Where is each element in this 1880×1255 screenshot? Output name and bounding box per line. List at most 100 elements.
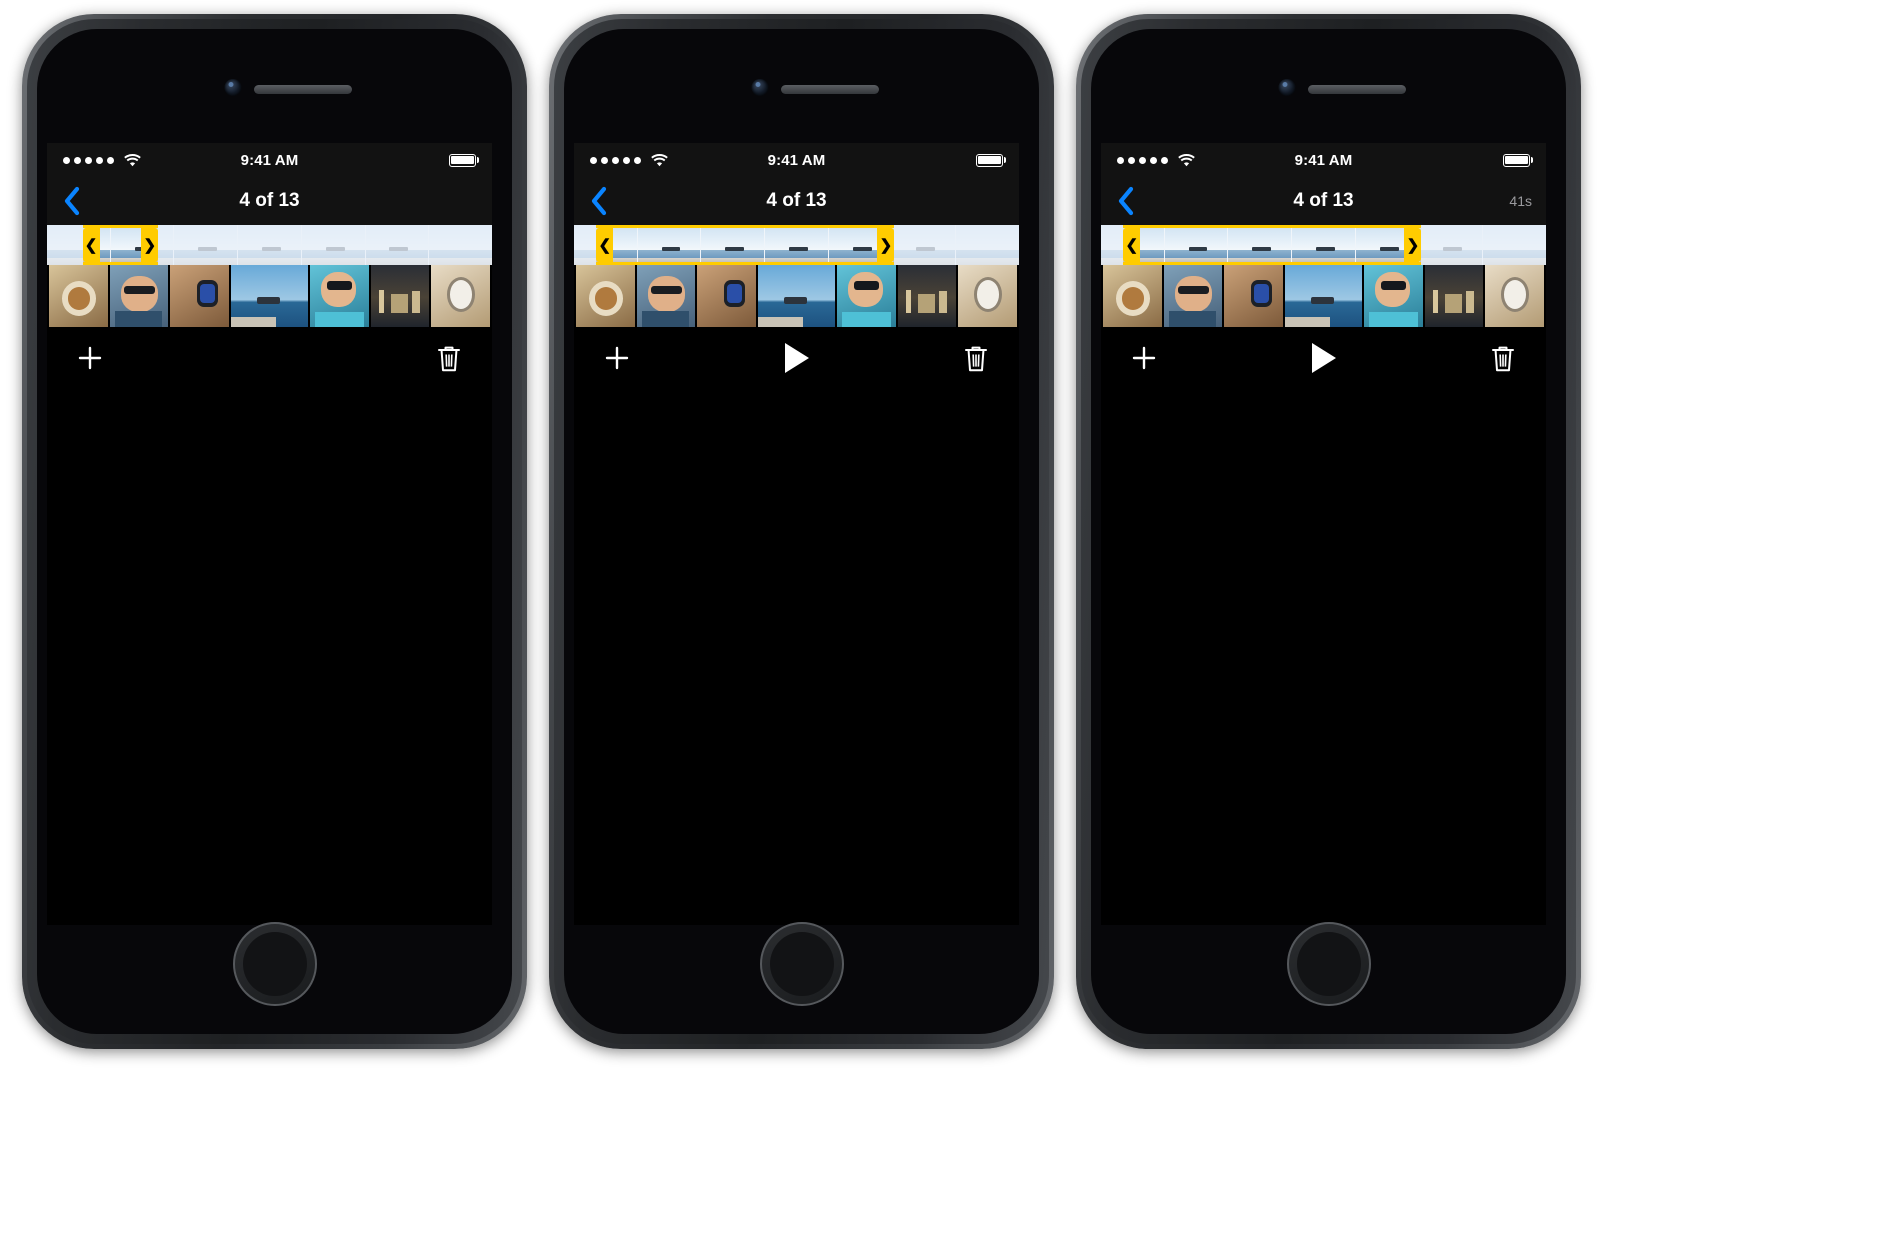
front-camera-icon <box>1278 79 1295 96</box>
film-track <box>47 225 492 265</box>
phone-body-inner: 9:41 AM 4 of 13 41s ❮ ❯ <box>1081 19 1576 1044</box>
home-button[interactable] <box>1286 922 1371 1006</box>
film-frame <box>1101 225 1165 265</box>
filmstrip-thumb-portrait[interactable] <box>636 265 696 327</box>
film-frame <box>828 225 893 265</box>
photo-filmstrip[interactable] <box>574 265 1019 327</box>
trim-scrubber[interactable]: ❮ ❯ <box>47 225 492 265</box>
play-icon <box>784 343 809 373</box>
bottom-toolbar <box>1101 327 1546 389</box>
earpiece-speaker <box>1307 85 1406 94</box>
phone-body: 9:41 AM 4 of 13 ❮ ❯ <box>549 14 1054 1049</box>
play-button[interactable] <box>776 337 818 379</box>
filmstrip-thumb-town[interactable] <box>1424 265 1484 327</box>
battery-icon <box>976 153 1003 167</box>
film-frame <box>110 225 175 265</box>
filmstrip-thumb-drinking[interactable] <box>310 265 369 327</box>
page-title: 4 of 13 <box>239 190 300 211</box>
photo-filmstrip[interactable] <box>1101 265 1546 327</box>
photo-filmstrip[interactable] <box>47 265 492 327</box>
phone-screen-1: 9:41 AM 4 of 13 ❮ ❯ <box>47 143 492 925</box>
filmstrip-thumb-food[interactable] <box>576 265 635 327</box>
status-time: 9:41 AM <box>240 151 299 169</box>
home-button[interactable] <box>232 922 317 1006</box>
play-button[interactable] <box>1303 337 1345 379</box>
film-frame <box>892 225 957 265</box>
phone-body-inner: 9:41 AM 4 of 13 ❮ ❯ <box>27 19 522 1044</box>
status-right <box>449 153 476 167</box>
filmstrip-thumb-watch[interactable] <box>1485 265 1545 327</box>
phone-body: 9:41 AM 4 of 13 41s ❮ ❯ <box>1076 14 1581 1049</box>
film-frame <box>365 225 430 265</box>
toolbar-center <box>574 337 1019 379</box>
film-frame <box>174 225 239 265</box>
toolbar-center <box>1101 337 1546 379</box>
trim-scrubber[interactable]: ❮ ❯ <box>574 225 1019 265</box>
nav-bar: 4 of 13 41s <box>1101 177 1546 225</box>
front-camera-icon <box>224 79 241 96</box>
add-media-button[interactable] <box>596 337 638 379</box>
filmstrip-thumb-food[interactable] <box>1103 265 1162 327</box>
delete-button[interactable] <box>955 337 997 379</box>
status-right <box>1503 153 1530 167</box>
filmstrip-thumb-seascape-video[interactable] <box>230 265 309 327</box>
add-media-button[interactable] <box>1123 337 1165 379</box>
front-camera-icon <box>751 79 768 96</box>
film-frame <box>429 225 492 265</box>
film-track <box>1101 225 1546 265</box>
status-bar: 9:41 AM <box>47 143 492 177</box>
home-button[interactable] <box>759 922 844 1006</box>
filmstrip-thumb-seascape-video[interactable] <box>1284 265 1363 327</box>
status-bar: 9:41 AM <box>574 143 1019 177</box>
film-frame <box>301 225 366 265</box>
phone-bezel: 9:41 AM 4 of 13 41s ❮ ❯ <box>1091 29 1566 1034</box>
play-icon <box>1311 343 1336 373</box>
video-duration-label: 41s <box>1509 193 1532 209</box>
status-right <box>976 153 1003 167</box>
film-frame <box>956 225 1019 265</box>
filmstrip-thumb-town[interactable] <box>370 265 430 327</box>
film-frame <box>1228 225 1293 265</box>
status-time: 9:41 AM <box>1294 151 1353 169</box>
filmstrip-thumb-food[interactable] <box>49 265 108 327</box>
earpiece-speaker <box>780 85 879 94</box>
phone-screen-3: 9:41 AM 4 of 13 41s ❮ ❯ <box>1101 143 1546 925</box>
filmstrip-thumb-town[interactable] <box>897 265 957 327</box>
delete-button[interactable] <box>428 337 470 379</box>
film-frame <box>637 225 702 265</box>
filmstrip-thumb-seascape-video[interactable] <box>757 265 836 327</box>
delete-button[interactable] <box>1482 337 1524 379</box>
trim-scrubber[interactable]: ❮ ❯ <box>1101 225 1546 265</box>
filmstrip-thumb-watch-hand[interactable] <box>1224 265 1283 327</box>
phone-body-inner: 9:41 AM 4 of 13 ❮ ❯ <box>554 19 1049 1044</box>
filmstrip-thumb-portrait[interactable] <box>1163 265 1223 327</box>
phone-body: 9:41 AM 4 of 13 ❮ ❯ <box>22 14 527 1049</box>
status-bar: 9:41 AM <box>1101 143 1546 177</box>
page-title: 4 of 13 <box>1293 190 1354 211</box>
film-frame <box>1292 225 1356 265</box>
film-frame <box>1419 225 1484 265</box>
filmstrip-thumb-drinking[interactable] <box>837 265 896 327</box>
phone-bezel: 9:41 AM 4 of 13 ❮ ❯ <box>37 29 512 1034</box>
film-frame <box>1483 225 1546 265</box>
page-title: 4 of 13 <box>766 190 827 211</box>
film-frame <box>574 225 638 265</box>
filmstrip-thumb-watch[interactable] <box>958 265 1018 327</box>
film-track <box>574 225 1019 265</box>
filmstrip-thumb-watch-hand[interactable] <box>697 265 756 327</box>
film-frame <box>765 225 829 265</box>
filmstrip-thumb-drinking[interactable] <box>1364 265 1423 327</box>
nav-bar: 4 of 13 <box>574 177 1019 225</box>
status-time: 9:41 AM <box>767 151 826 169</box>
filmstrip-thumb-watch[interactable] <box>431 265 491 327</box>
nav-bar: 4 of 13 <box>47 177 492 225</box>
phone-screen-2: 9:41 AM 4 of 13 ❮ ❯ <box>574 143 1019 925</box>
filmstrip-thumb-portrait[interactable] <box>109 265 169 327</box>
film-frame <box>238 225 302 265</box>
add-media-button[interactable] <box>69 337 111 379</box>
bottom-toolbar <box>574 327 1019 389</box>
filmstrip-thumb-watch-hand[interactable] <box>170 265 229 327</box>
film-frame <box>47 225 111 265</box>
device-phone-3: 9:41 AM 4 of 13 41s ❮ ❯ <box>1054 8 1624 1056</box>
device-phone-2: 9:41 AM 4 of 13 ❮ ❯ <box>527 8 1097 1056</box>
